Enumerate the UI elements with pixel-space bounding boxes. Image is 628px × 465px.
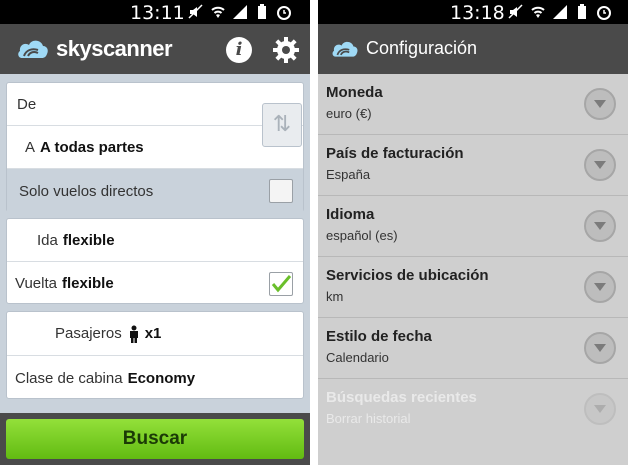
battery-icon (258, 4, 266, 19)
dates-card: Ida flexible Vuelta flexible (6, 218, 304, 304)
return-label: Vuelta (15, 275, 57, 292)
dropdown-icon[interactable] (584, 149, 616, 181)
battery-icon (578, 4, 586, 19)
status-bar: 13:18 (318, 0, 628, 24)
direct-flights-checkbox[interactable] (269, 179, 293, 203)
setting-currency[interactable]: Moneda euro (€) (318, 74, 628, 135)
bottom-bar: Buscar (0, 413, 310, 465)
passengers-field[interactable]: Pasajeros x1 (7, 312, 303, 356)
checkmark-icon (271, 274, 292, 292)
setting-value: Calendario (326, 350, 389, 365)
setting-title: Moneda (326, 84, 383, 101)
skyscanner-search-screen: 13:11 skyscanner i De A A todas partes S… (0, 0, 310, 465)
cabin-class-value: Economy (127, 369, 196, 387)
setting-location-services[interactable]: Servicios de ubicación km (318, 257, 628, 318)
setting-date-style[interactable]: Estilo de fecha Calendario (318, 318, 628, 379)
direct-flights-label: Solo vuelos directos (19, 182, 154, 200)
from-label: De (17, 95, 37, 113)
dropdown-icon[interactable] (584, 332, 616, 364)
dropdown-icon (584, 393, 616, 425)
cabin-class-label: Clase de cabina (15, 369, 123, 387)
person-icon (129, 325, 138, 343)
signal-icon (233, 5, 247, 19)
app-bar: skyscanner i (0, 24, 310, 74)
return-value: flexible (61, 275, 114, 292)
settings-screen: 13:18 Configuración Moneda euro (€) País… (318, 0, 628, 465)
return-date-field[interactable]: Vuelta flexible (7, 262, 303, 305)
wifi-icon (211, 6, 225, 18)
brand-name: skyscanner (56, 36, 173, 61)
from-field[interactable]: De (7, 83, 303, 126)
outbound-label: Ida (37, 231, 58, 249)
setting-billing-country[interactable]: País de facturación España (318, 135, 628, 196)
to-label: A (25, 138, 36, 156)
setting-value: euro (€) (326, 106, 372, 121)
dropdown-icon[interactable] (584, 210, 616, 242)
signal-icon (553, 5, 567, 19)
alarm-icon (597, 6, 611, 20)
search-button[interactable]: Buscar (6, 419, 304, 459)
setting-value: Borrar historial (326, 411, 411, 426)
outbound-date-field[interactable]: Ida flexible (7, 219, 303, 262)
cabin-class-field[interactable]: Clase de cabina Economy (7, 356, 303, 400)
passengers-label: Pasajeros (55, 325, 122, 342)
setting-language[interactable]: Idioma español (es) (318, 196, 628, 257)
status-time: 13:11 (130, 2, 185, 24)
dropdown-icon[interactable] (584, 271, 616, 303)
route-card: De A A todas partes Solo vuelos directos (6, 82, 304, 213)
setting-title: País de facturación (326, 145, 464, 162)
status-bar: 13:11 (0, 0, 310, 24)
setting-title: Estilo de fecha (326, 328, 432, 345)
settings-app-bar: Configuración (318, 24, 628, 74)
skyscanner-cloud-icon (18, 40, 48, 58)
setting-value: español (es) (326, 228, 398, 243)
swap-route-button[interactable]: ⇅ (262, 103, 302, 147)
dropdown-icon[interactable] (584, 88, 616, 120)
wifi-icon (531, 6, 545, 18)
setting-title: Servicios de ubicación (326, 267, 489, 284)
info-icon[interactable]: i (226, 37, 252, 63)
passengers-value: x1 (144, 325, 162, 342)
status-time: 13:18 (450, 2, 505, 24)
setting-value: España (326, 167, 371, 182)
setting-value: km (326, 289, 344, 304)
to-field[interactable]: A A todas partes (7, 126, 303, 169)
direct-flights-row[interactable]: Solo vuelos directos (7, 169, 303, 213)
setting-recent-searches: Búsquedas recientes Borrar historial (318, 379, 628, 440)
mute-icon (188, 4, 203, 19)
outbound-value: flexible (62, 231, 115, 249)
gear-icon[interactable] (272, 36, 300, 64)
return-checkbox[interactable] (269, 271, 293, 296)
passengers-card: Pasajeros x1 Clase de cabina Economy (6, 311, 304, 399)
page-title: Configuración (366, 38, 478, 58)
to-value: A todas partes (40, 138, 144, 156)
setting-title: Búsquedas recientes (326, 389, 477, 406)
setting-title: Idioma (326, 206, 375, 223)
brand-logo: skyscanner (16, 36, 173, 62)
mute-icon (508, 4, 523, 19)
alarm-icon (277, 6, 291, 20)
skyscanner-cloud-icon[interactable] (330, 38, 360, 60)
